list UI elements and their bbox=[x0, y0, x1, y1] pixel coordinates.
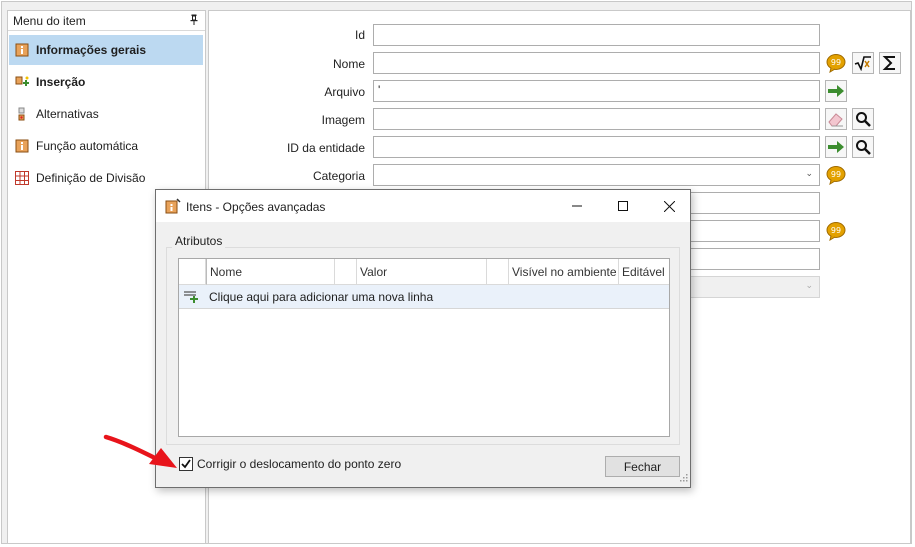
close-icon bbox=[663, 200, 675, 212]
auto-function-icon bbox=[15, 139, 29, 153]
close-button[interactable]: Fechar bbox=[605, 456, 680, 477]
sidebar-item-auto-function[interactable]: Função automática bbox=[9, 131, 203, 161]
advanced-options-dialog: Itens - Opções avançadas Atributos Nome … bbox=[155, 189, 691, 488]
attributes-group-label: Atributos bbox=[172, 234, 226, 248]
entity-id-input[interactable] bbox=[373, 136, 820, 158]
sidebar-item-label: Inserção bbox=[36, 75, 86, 89]
formula-button[interactable] bbox=[852, 52, 874, 74]
sidebar-header: Menu do item bbox=[8, 11, 205, 31]
dialog-title: Itens - Opções avançadas bbox=[186, 200, 326, 214]
insertion-icon bbox=[15, 75, 29, 89]
row-indicator-header bbox=[179, 259, 206, 285]
category-label: Categoria bbox=[312, 169, 365, 183]
add-new-row[interactable]: Clique aqui para adicionar uma nova linh… bbox=[179, 285, 669, 309]
image-input[interactable] bbox=[373, 108, 820, 130]
green-arrow-icon bbox=[828, 141, 844, 153]
entity-go-button[interactable] bbox=[825, 136, 847, 158]
chevron-down-icon: ⌄ bbox=[805, 168, 813, 178]
column-header-visible[interactable]: Visível no ambiente bbox=[509, 259, 619, 285]
entity-search-button[interactable] bbox=[852, 136, 874, 158]
hidden-translate-button[interactable]: 99 bbox=[825, 220, 847, 242]
entity-id-label: ID da entidade bbox=[286, 141, 365, 155]
sidebar-item-label: Informações gerais bbox=[36, 43, 147, 57]
sigma-icon bbox=[882, 56, 895, 70]
svg-text:99: 99 bbox=[831, 226, 841, 235]
svg-text:99: 99 bbox=[831, 58, 841, 67]
speech-bubble-icon: 99 bbox=[826, 166, 846, 185]
pin-icon[interactable] bbox=[190, 14, 198, 28]
category-translate-button[interactable]: 99 bbox=[825, 164, 847, 186]
sidebar-item-label: Alternativas bbox=[36, 107, 99, 121]
category-select[interactable]: ⌄ bbox=[373, 164, 820, 186]
speech-bubble-icon: 99 bbox=[826, 222, 846, 241]
id-label: Id bbox=[354, 28, 365, 42]
zero-offset-checkbox[interactable] bbox=[179, 457, 193, 471]
name-translate-button[interactable]: 99 bbox=[825, 52, 847, 74]
sidebar-item-alternatives[interactable]: Alternativas bbox=[9, 99, 203, 129]
minimize-button[interactable] bbox=[554, 190, 600, 222]
maximize-icon bbox=[618, 201, 628, 211]
chevron-down-icon: ⌄ bbox=[805, 280, 813, 290]
sidebar-title: Menu do item bbox=[13, 14, 86, 28]
column-header-value[interactable]: Valor bbox=[357, 259, 487, 285]
square-root-icon bbox=[854, 56, 871, 71]
column-header-name[interactable]: Nome bbox=[206, 259, 335, 285]
add-row-icon bbox=[184, 290, 200, 306]
image-label: Imagem bbox=[321, 113, 365, 127]
item-info-icon bbox=[15, 43, 29, 57]
magnifier-icon bbox=[856, 140, 871, 155]
column-header-editable[interactable]: Editável bbox=[619, 259, 669, 285]
speech-bubble-icon: 99 bbox=[826, 54, 846, 73]
sidebar-item-label: Definição de Divisão bbox=[36, 171, 146, 185]
eraser-icon bbox=[828, 113, 843, 127]
sum-button[interactable] bbox=[879, 52, 901, 74]
column-header-spacer bbox=[335, 259, 357, 285]
name-input[interactable] bbox=[373, 52, 820, 74]
file-input[interactable]: ' bbox=[373, 80, 820, 102]
file-label: Arquivo bbox=[324, 85, 365, 99]
name-label: Nome bbox=[332, 57, 365, 71]
red-annotation-arrow-icon bbox=[103, 434, 177, 468]
green-arrow-icon bbox=[828, 85, 844, 97]
close-window-button[interactable] bbox=[646, 190, 692, 222]
file-go-button[interactable] bbox=[825, 80, 847, 102]
sidebar-item-label: Função automática bbox=[36, 139, 139, 153]
maximize-button[interactable] bbox=[600, 190, 646, 222]
minimize-icon bbox=[572, 205, 582, 207]
checkmark-icon bbox=[181, 459, 191, 469]
sidebar-item-general-info[interactable]: Informações gerais bbox=[9, 35, 203, 65]
dialog-titlebar: Itens - Opções avançadas bbox=[156, 190, 690, 222]
attributes-grid: Nome Valor Visível no ambiente Editável … bbox=[178, 258, 670, 437]
id-input[interactable] bbox=[373, 24, 820, 46]
resize-grip-icon[interactable] bbox=[678, 471, 688, 485]
division-grid-icon bbox=[15, 171, 29, 185]
zero-offset-checkbox-label[interactable]: Corrigir o deslocamento do ponto zero bbox=[197, 457, 401, 471]
image-clear-button[interactable] bbox=[825, 108, 847, 130]
magnifier-icon bbox=[856, 112, 871, 127]
alternatives-icon bbox=[15, 107, 29, 121]
image-search-button[interactable] bbox=[852, 108, 874, 130]
sidebar-item-insertion[interactable]: Inserção bbox=[9, 67, 203, 97]
column-header-spacer bbox=[487, 259, 509, 285]
item-window-icon bbox=[165, 198, 181, 217]
svg-text:99: 99 bbox=[831, 170, 841, 179]
add-new-row-text: Clique aqui para adicionar uma nova linh… bbox=[209, 290, 434, 304]
